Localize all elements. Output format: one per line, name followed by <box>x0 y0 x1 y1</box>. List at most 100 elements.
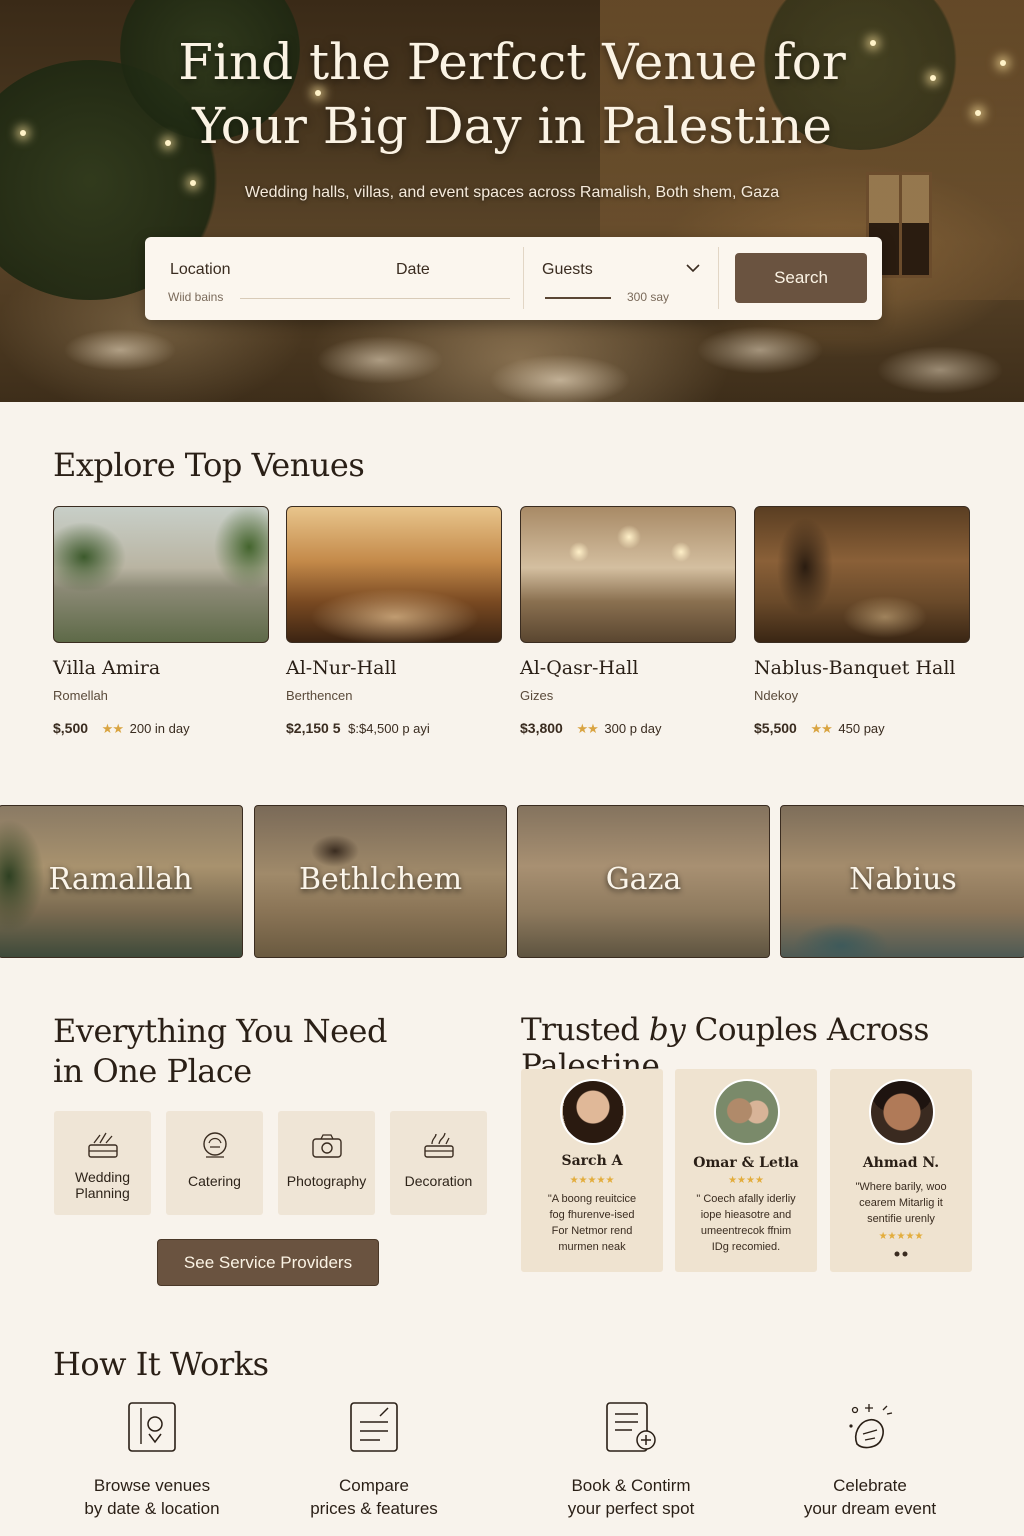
testimonial-quote: " Coech afally iderliy iope hieasotre an… <box>683 1191 809 1255</box>
service-label: Decoration <box>404 1173 473 1189</box>
venue-price: $3,800 <box>520 720 563 736</box>
venue-name[interactable]: Al-Nur-Hall <box>286 657 397 679</box>
testimonial-quote: "Where barily, woo cearem Mitarlig it se… <box>838 1179 964 1227</box>
venue-image[interactable] <box>53 506 269 643</box>
step-text: Celebrate your dream event <box>755 1474 985 1520</box>
service-label: Catering <box>188 1173 241 1189</box>
venue-name[interactable]: Nablus-Banquet Hall <box>754 657 956 679</box>
guests-field[interactable]: 300 say <box>627 290 669 304</box>
service-label-line1: Wedding <box>74 1169 130 1185</box>
rating-stars: ★★★★★ <box>878 1231 924 1242</box>
testimonial-card: Omar & Letla ★★★★ " Coech afally iderliy… <box>675 1069 817 1272</box>
hero-title-line2: Your Big Day in Palestine <box>192 97 832 155</box>
venue-name[interactable]: Al-Qasr-Hall <box>520 657 638 679</box>
venue-city: Ndekoy <box>754 688 799 703</box>
city-tile-nablus[interactable]: Nabius <box>780 805 1024 958</box>
testimonials-heading-by: by <box>648 1012 686 1048</box>
chevron-down-icon[interactable] <box>686 263 700 273</box>
guests-underline <box>545 297 611 299</box>
city-name[interactable]: Ramallah <box>0 862 242 897</box>
date-label[interactable]: Date <box>396 261 430 279</box>
venue-capacity: $:$4,500 p ayi <box>348 721 430 736</box>
services-heading-line1: Everything You Need <box>53 1012 387 1050</box>
quote-line: fog fhurenve-ised <box>549 1209 635 1221</box>
decoration-icon <box>424 1132 454 1158</box>
hero-subtitle: Wedding halls, villas, and event spaces … <box>244 184 780 201</box>
rings-icon <box>88 1132 118 1158</box>
guests-label[interactable]: Guests <box>542 261 593 279</box>
venue-image[interactable] <box>520 506 736 643</box>
service-decoration[interactable]: Decoration <box>390 1111 487 1215</box>
step-compare: Compare prices & features <box>259 1400 489 1520</box>
service-catering[interactable]: Catering <box>166 1111 263 1215</box>
venue-card[interactable]: Nablus-Banquet Hall Ndekoy $5,500 ★★ 450… <box>754 506 970 736</box>
venue-card[interactable]: Al-Nur-Hall Berthencen $2,150 5 $:$4,500… <box>286 506 502 736</box>
catering-icon <box>203 1132 227 1158</box>
quote-line: IDg recomied. <box>711 1241 781 1253</box>
rating-stars: ★★ <box>576 721 598 736</box>
step-browse: Browse venues by date & location <box>37 1400 267 1520</box>
step-line2: prices & features <box>310 1499 438 1518</box>
venue-meta: $5,500 ★★ 450 pay <box>754 720 885 737</box>
city-tile-ramallah[interactable]: Ramallah <box>0 805 243 958</box>
venue-city: Gizes <box>520 688 554 703</box>
service-wedding-planning[interactable]: Wedding Planning <box>54 1111 151 1215</box>
step-line1: Browse venues <box>93 1476 211 1495</box>
step-line1: Compare <box>339 1476 409 1495</box>
map-pin-icon <box>128 1402 176 1452</box>
venue-image[interactable] <box>754 506 970 643</box>
step-text: Browse venues by date & location <box>37 1474 267 1520</box>
step-line1: Celebrate <box>833 1476 907 1495</box>
service-photography[interactable]: Photography <box>278 1111 375 1215</box>
testimonial-name: Ahmad N. <box>862 1155 940 1171</box>
see-service-providers-button[interactable]: See Service Providers <box>157 1239 379 1286</box>
quote-line: For Netmor rend <box>551 1225 633 1237</box>
city-name[interactable]: Nabius <box>781 862 1024 897</box>
step-line2: your perfect spot <box>567 1499 695 1518</box>
venue-meta: $2,150 5 $:$4,500 p ayi <box>286 720 430 736</box>
city-name[interactable]: Bethlchem <box>255 862 506 897</box>
venue-image[interactable] <box>286 506 502 643</box>
venue-card[interactable]: Al-Qasr-Hall Gizes $3,800 ★★ 300 p day <box>520 506 736 736</box>
rating-stars: ★★ <box>810 721 832 736</box>
rating-stars: ★★ <box>101 721 124 736</box>
search-divider <box>718 247 719 309</box>
testimonial-name: Omar & Letla <box>693 1155 799 1171</box>
step-text: Compare prices & features <box>259 1474 489 1520</box>
step-line2: by date & location <box>84 1499 220 1518</box>
venues-heading: Explore Top Venues <box>53 446 365 484</box>
venue-meta: $3,800 ★★ 300 p day <box>520 720 662 737</box>
camera-icon <box>312 1134 342 1158</box>
venue-price: $2,150 5 <box>286 720 341 736</box>
venue-capacity: 450 pay <box>838 721 885 736</box>
city-name[interactable]: Gaza <box>518 862 769 897</box>
city-tile-gaza[interactable]: Gaza <box>517 805 770 958</box>
testimonial-name: Sarch A <box>561 1153 623 1169</box>
search-bar: Location Wiid bains Date Guests 300 say … <box>145 237 882 320</box>
book-add-icon <box>606 1402 656 1452</box>
hero-title: Find the Perfcct Venue for Your Big Day … <box>0 30 1024 158</box>
venue-price: $,500 <box>53 720 89 736</box>
venue-capacity: 200 in day <box>129 721 190 736</box>
rating-stars: ★★★★★ <box>569 1175 615 1186</box>
location-field[interactable]: Wiid bains <box>168 290 223 304</box>
search-button[interactable]: Search <box>735 253 867 303</box>
venue-capacity: 300 p day <box>604 721 662 736</box>
celebrate-icon <box>849 1404 893 1449</box>
hero-title-line1: Find the Perfcct Venue for <box>178 33 846 91</box>
venue-card[interactable]: Villa Amira Romellah $,500 ★★ 200 in day <box>53 506 269 736</box>
quote-mark-icon <box>894 1251 908 1257</box>
hero-section: Find the Perfcct Venue for Your Big Day … <box>0 0 1024 402</box>
avatar <box>560 1079 626 1145</box>
quote-line: cearem Mitarlig it <box>859 1197 943 1209</box>
services-heading-line2: in One Place <box>53 1052 252 1090</box>
rating-stars: ★★★★ <box>728 1175 764 1186</box>
quote-line: sentifie urenly <box>867 1213 935 1225</box>
testimonial-quote: "A boong reuitcice fog fhurenve-ised For… <box>529 1191 655 1255</box>
venue-name[interactable]: Villa Amira <box>53 657 160 679</box>
city-tile-bethlehem[interactable]: Bethlchem <box>254 805 507 958</box>
testimonials-heading-part1: Trusted <box>521 1012 640 1048</box>
venue-city: Berthencen <box>286 688 353 703</box>
step-line1: Book & Contirm <box>571 1476 691 1495</box>
testimonial-card: Ahmad N. "Where barily, woo cearem Mitar… <box>830 1069 972 1272</box>
